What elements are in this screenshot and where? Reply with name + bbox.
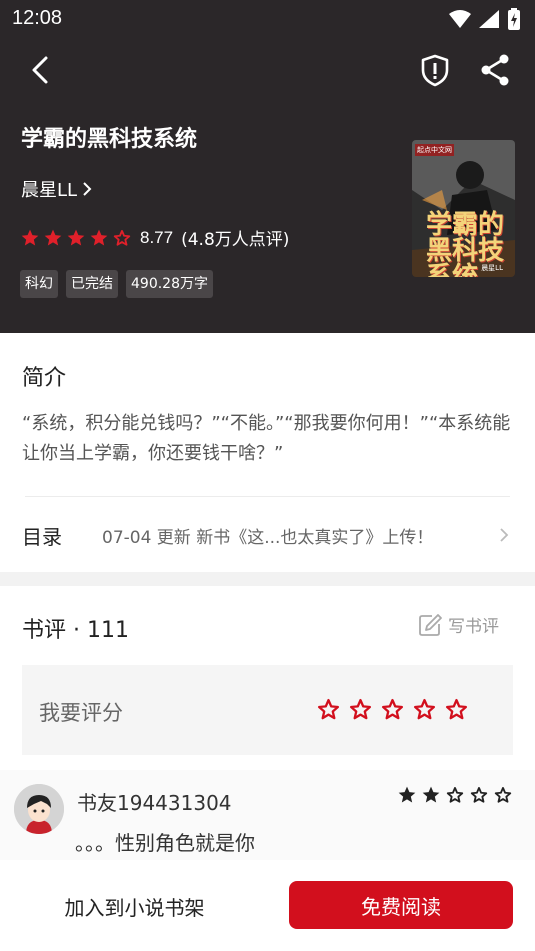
star-filled-icon bbox=[398, 786, 416, 803]
tag-status: 已完结 bbox=[66, 270, 118, 298]
edit-icon bbox=[419, 613, 442, 636]
free-read-button[interactable]: 免费阅读 bbox=[289, 881, 513, 929]
rating-row: 8.77 (4.8万人点评) bbox=[20, 225, 289, 250]
star-outline-icon bbox=[470, 787, 488, 803]
star-filled-icon bbox=[67, 229, 85, 245]
avatar[interactable] bbox=[14, 784, 64, 834]
wifi-icon bbox=[449, 10, 471, 28]
rate-stars bbox=[316, 697, 469, 722]
review-stars bbox=[397, 785, 513, 805]
report-button[interactable] bbox=[417, 52, 453, 88]
book-cover[interactable]: 起点中文网 学霸的黑科技系统 晨星LL bbox=[412, 140, 515, 277]
tag-list: 科幻 已完结 490.28万字 bbox=[20, 270, 213, 298]
share-button[interactable] bbox=[478, 52, 514, 88]
rate-star-4-icon[interactable] bbox=[412, 697, 437, 722]
rating-score: 8.77 bbox=[140, 227, 174, 247]
signal-icon bbox=[479, 10, 499, 28]
book-title: 学霸的黑科技系统 bbox=[21, 127, 198, 152]
rating-stars bbox=[20, 228, 132, 248]
star-outline-icon bbox=[113, 229, 131, 246]
status-bar: 12:08 bbox=[0, 0, 535, 38]
review-text: 。。。性别角色就是你 bbox=[75, 831, 255, 855]
star-filled-icon bbox=[21, 229, 39, 245]
rate-book-box: 我要评分 bbox=[22, 665, 513, 755]
intro-heading: 简介 bbox=[22, 366, 67, 391]
status-icons bbox=[449, 8, 521, 30]
star-filled-icon bbox=[44, 229, 62, 245]
status-time: 12:08 bbox=[12, 7, 63, 29]
review-heading: 书评 · 111 bbox=[22, 618, 129, 643]
star-outline-icon bbox=[494, 787, 512, 803]
user-avatar-icon bbox=[14, 784, 64, 834]
intro-section: 简介 “系统，积分能兑钱吗？”“不能。”“那我要你何用！”“本系统能让你当上学霸… bbox=[0, 333, 535, 572]
shield-alert-icon bbox=[421, 54, 449, 87]
write-review-label: 写书评 bbox=[448, 617, 499, 637]
review-username[interactable]: 书友194431304 bbox=[77, 787, 232, 816]
share-icon bbox=[481, 54, 509, 86]
table-of-contents-row[interactable]: 目录 07-04 更新 新书《这...也太真实了》上传！ bbox=[22, 513, 512, 557]
author-name: 晨星LL bbox=[21, 180, 78, 201]
divider bbox=[25, 496, 510, 497]
write-review-button[interactable]: 写书评 bbox=[418, 612, 499, 637]
toc-latest-update: 07-04 更新 新书《这...也太真实了》上传！ bbox=[102, 527, 434, 548]
back-arrow-icon bbox=[32, 56, 48, 84]
chevron-right-icon bbox=[500, 528, 509, 542]
rate-star-1-icon[interactable] bbox=[316, 697, 341, 722]
rate-star-2-icon[interactable] bbox=[348, 697, 373, 722]
back-button[interactable] bbox=[22, 52, 58, 88]
rating-count: (4.8万人点评) bbox=[181, 230, 290, 250]
cover-author: 晨星LL bbox=[481, 264, 503, 272]
book-header: 12:08 学霸的黑科技系统 晨星LL 8.77 (4.8万人点评) 科幻 已完… bbox=[0, 0, 535, 333]
intro-text[interactable]: “系统，积分能兑钱吗？”“不能。”“那我要你何用！”“本系统能让你当上学霸，你还… bbox=[22, 409, 517, 469]
rate-star-3-icon[interactable] bbox=[380, 697, 405, 722]
rate-star-5-icon[interactable] bbox=[444, 697, 469, 722]
rate-label: 我要评分 bbox=[39, 701, 123, 725]
add-to-shelf-button[interactable]: 加入到小说书架 bbox=[22, 882, 247, 930]
star-filled-icon bbox=[90, 229, 108, 245]
chevron-right-icon bbox=[83, 182, 92, 196]
bottom-action-bar: 加入到小说书架 免费阅读 bbox=[0, 860, 535, 951]
star-outline-icon bbox=[446, 787, 464, 803]
battery-icon bbox=[508, 8, 520, 30]
toc-label: 目录 bbox=[22, 524, 62, 549]
author-link[interactable]: 晨星LL bbox=[21, 176, 93, 202]
tag-genre[interactable]: 科幻 bbox=[20, 270, 58, 298]
review-item[interactable]: 书友194431304 。。。性别角色就是你 bbox=[0, 770, 535, 860]
tag-word-count: 490.28万字 bbox=[126, 270, 213, 298]
review-section: 书评 · 111 写书评 我要评分 书友194431304 。。。性别角色就是你 bbox=[0, 586, 535, 860]
cover-publisher-badge: 起点中文网 bbox=[415, 144, 454, 156]
star-filled-icon bbox=[422, 786, 440, 803]
